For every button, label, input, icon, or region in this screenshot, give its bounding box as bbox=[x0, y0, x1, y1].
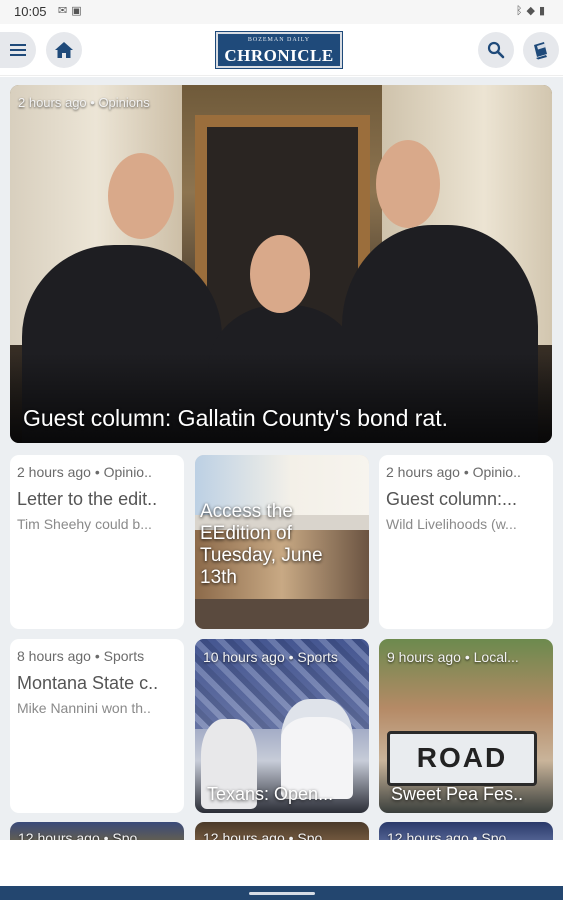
status-bar: 10:05 ✉▣ ᛒ◆▮ bbox=[0, 0, 563, 24]
road-closed-sign: ROAD bbox=[387, 731, 537, 786]
logo-tagline: BOZEMAN DAILY bbox=[247, 37, 311, 43]
hero-meta: 2 hours ago • Opinions bbox=[18, 95, 150, 110]
status-time: 10:05 bbox=[14, 4, 47, 19]
article-card[interactable]: 2 hours ago • Opinio.. Guest column:... … bbox=[379, 455, 553, 629]
status-system-icons: ᛒ◆▮ bbox=[516, 4, 549, 17]
home-button[interactable] bbox=[46, 32, 82, 68]
bottom-spacer bbox=[0, 840, 563, 886]
news-feed[interactable]: 2 hours ago • Opinions Guest column: Gal… bbox=[0, 77, 563, 840]
article-title: Montana State c.. bbox=[17, 673, 159, 693]
article-subtitle: Wild Livelihoods (w... bbox=[386, 516, 517, 532]
status-notification-icons: ✉▣ bbox=[58, 4, 86, 17]
photo-icon: ▣ bbox=[71, 5, 86, 17]
eedition-card[interactable]: Access the EEdition of Tuesday, June 13t… bbox=[195, 455, 369, 629]
article-subtitle: Mike Nannini won th.. bbox=[17, 700, 151, 716]
article-meta: 12 hours ago • Spo.. bbox=[203, 830, 331, 840]
hero-article-card[interactable]: 2 hours ago • Opinions Guest column: Gal… bbox=[10, 85, 552, 443]
article-card[interactable]: 8 hours ago • Sports Montana State c.. M… bbox=[10, 639, 184, 813]
article-card-image[interactable]: 12 hours ago • Spo.. bbox=[195, 822, 369, 840]
chronicle-logo[interactable]: BOZEMAN DAILY CHRONICLE bbox=[215, 31, 343, 69]
article-meta: 12 hours ago • Spo.. bbox=[387, 830, 515, 840]
article-meta: 10 hours ago • Sports bbox=[203, 649, 338, 665]
bluetooth-icon: ᛒ bbox=[515, 5, 527, 17]
newspaper-icon bbox=[534, 42, 547, 60]
hero-image-head-right bbox=[376, 140, 440, 228]
search-icon bbox=[487, 41, 505, 59]
article-meta: 12 hours ago • Spo.. bbox=[18, 830, 146, 840]
article-meta: 8 hours ago • Sports bbox=[17, 648, 145, 664]
article-title: Sweet Pea Fes.. bbox=[391, 784, 524, 804]
article-card-image[interactable]: 12 hours ago • Spo.. bbox=[10, 822, 184, 840]
gmail-icon: ✉ bbox=[58, 5, 72, 17]
hamburger-icon bbox=[10, 44, 26, 56]
article-card-image[interactable]: 12 hours ago • Spo.. bbox=[379, 822, 553, 840]
eedition-title: Access the EEdition of Tuesday, June 13t… bbox=[200, 501, 323, 588]
article-meta: 2 hours ago • Opinio.. bbox=[17, 464, 152, 480]
hero-image-head-left bbox=[108, 153, 174, 239]
hero-title: Guest column: Gallatin County's bond rat… bbox=[23, 405, 448, 431]
home-icon bbox=[55, 42, 73, 58]
article-title: Texans: Open... bbox=[207, 784, 334, 804]
battery-icon: ▮ bbox=[538, 5, 549, 17]
app-bar: BOZEMAN DAILY CHRONICLE bbox=[0, 24, 563, 76]
hero-image-head-middle bbox=[250, 235, 310, 313]
eedition-image-bottom bbox=[195, 599, 369, 629]
logo-name: CHRONICLE bbox=[224, 46, 334, 65]
eedition-button[interactable] bbox=[523, 32, 559, 68]
article-subtitle: Tim Sheehy could b... bbox=[17, 516, 152, 532]
article-meta: 2 hours ago • Opinio.. bbox=[386, 464, 521, 480]
article-card[interactable]: 2 hours ago • Opinio.. Letter to the edi… bbox=[10, 455, 184, 629]
article-title: Letter to the edit.. bbox=[17, 489, 158, 509]
system-nav-bar bbox=[0, 886, 563, 900]
gesture-handle[interactable] bbox=[249, 892, 315, 895]
article-card-image[interactable]: 10 hours ago • Sports Texans: Open... bbox=[195, 639, 369, 813]
article-card-image[interactable]: ROAD 9 hours ago • Local... Sweet Pea Fe… bbox=[379, 639, 553, 813]
wifi-icon: ◆ bbox=[526, 5, 539, 17]
article-title: Guest column:... bbox=[386, 489, 518, 509]
article-meta: 9 hours ago • Local... bbox=[387, 649, 519, 665]
search-button[interactable] bbox=[478, 32, 514, 68]
menu-button[interactable] bbox=[0, 32, 36, 68]
